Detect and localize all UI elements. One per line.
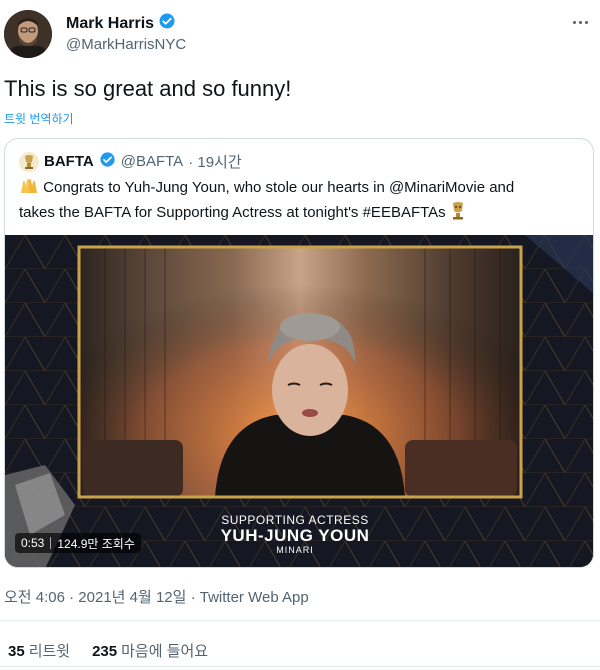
verified-badge-icon: [158, 12, 176, 35]
video-duration: 0:53: [21, 536, 45, 550]
author-handle[interactable]: @MarkHarrisNYC: [66, 36, 186, 53]
tweet-stats: 35 리트윗 235 마음에 들어요: [8, 640, 208, 661]
quoted-author-name: BAFTA: [44, 153, 94, 170]
retweets-label: 리트윗: [28, 643, 71, 660]
retweets-count: 35: [8, 643, 25, 660]
tweet-timestamp[interactable]: 오전 4:06 · 2021년 4월 12일 · Twitter Web App: [4, 586, 309, 607]
video-views: 124.9만 조회수: [57, 536, 135, 551]
likes-count: 235: [92, 643, 118, 660]
caption-award: SUPPORTING ACTRESS: [221, 513, 369, 527]
caption-winner: YUH-JUNG YOUN: [220, 526, 370, 545]
retweets-stat[interactable]: 35 리트윗: [8, 640, 70, 661]
quoted-tweet[interactable]: BAFTA @BAFTA · 19시간 Congrats to Yuh-Jung…: [4, 138, 594, 568]
trophy-mask-icon: [450, 202, 466, 227]
badge-divider: [50, 537, 52, 549]
author-name[interactable]: Mark Harris: [66, 15, 154, 33]
more-options-icon[interactable]: [570, 12, 590, 32]
tweet-header: Mark Harris @MarkHarrisNYC: [0, 0, 600, 70]
verified-badge-icon: [99, 151, 116, 172]
video-caption: SUPPORTING ACTRESS YUH-JUNG YOUN MINARI: [205, 513, 385, 555]
quoted-tweet-text: Congrats to Yuh-Jung Youn, who stole our…: [19, 177, 579, 227]
likes-stat[interactable]: 235 마음에 들어요: [92, 640, 208, 661]
video-player[interactable]: SUPPORTING ACTRESS YUH-JUNG YOUN MINARI …: [5, 235, 593, 567]
divider: [0, 666, 600, 667]
quoted-text-line-1: Congrats to Yuh-Jung Youn, who stole our…: [39, 179, 515, 196]
divider: [0, 620, 600, 621]
raising-hands-icon: [19, 177, 39, 202]
author-avatar[interactable]: [4, 10, 52, 58]
video-stats-badge: 0:53 124.9만 조회수: [15, 533, 141, 553]
quoted-text-line-2: takes the BAFTA for Supporting Actress a…: [19, 204, 450, 221]
quoted-author-handle: @BAFTA: [120, 153, 184, 170]
translate-tweet-link[interactable]: 트윗 번역하기: [4, 110, 74, 127]
quoted-time: · 19시간: [188, 154, 242, 171]
caption-film: MINARI: [276, 545, 314, 555]
bafta-avatar-icon: [19, 151, 39, 172]
likes-label: 마음에 들어요: [121, 643, 209, 660]
tweet-text: This is so great and so funny!: [4, 76, 292, 101]
